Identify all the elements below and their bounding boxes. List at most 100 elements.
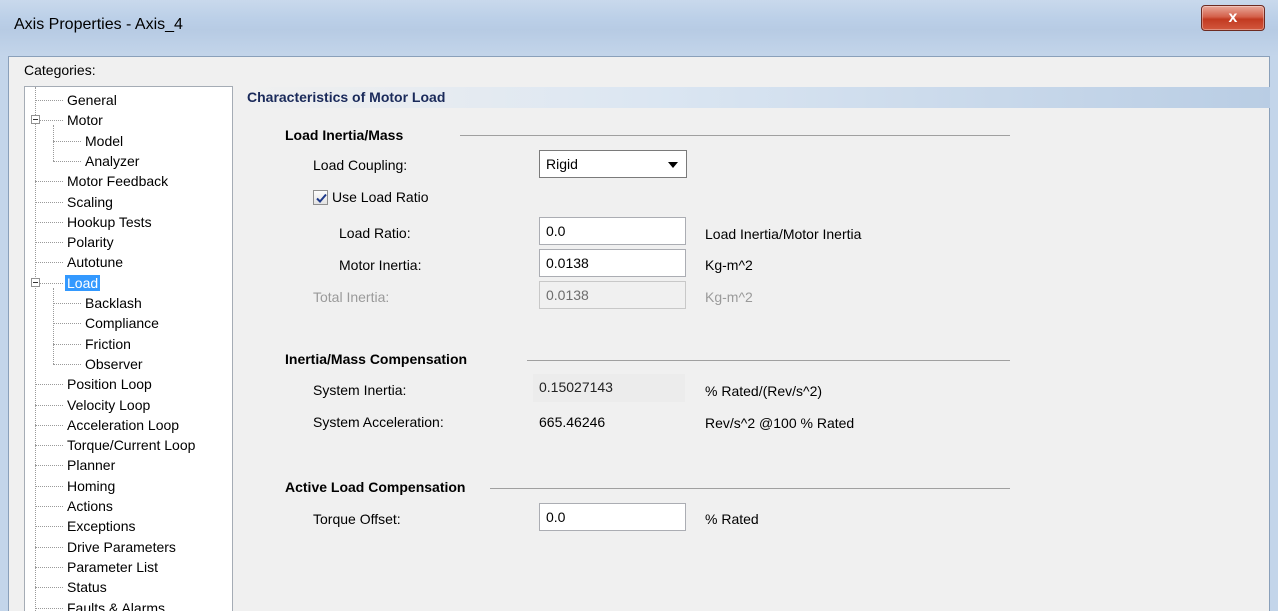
tree-item-label: Scaling [67,194,113,210]
tree-connector [35,425,63,426]
categories-label: Categories: [24,62,96,78]
close-icon: x [1228,9,1238,26]
tree-connector [53,125,54,161]
tree-item-analyzer[interactable]: Analyzer [83,151,141,171]
group-title-load-inertia: Load Inertia/Mass [285,127,404,143]
system-inertia-unit: % Rated/(Rev/s^2) [705,383,823,399]
tree-connector [35,222,63,223]
system-acceleration-label: System Acceleration: [313,414,444,430]
load-ratio-input[interactable]: 0.0 [539,217,686,245]
tree-connector [35,384,63,385]
load-coupling-value: Rigid [546,156,578,172]
collapse-icon[interactable] [31,278,40,287]
tree-connector [35,587,63,588]
tree-item-backlash[interactable]: Backlash [83,293,144,313]
tree-connector [53,288,54,364]
torque-offset-input[interactable]: 0.0 [539,503,686,531]
tree-connector [53,141,81,142]
tree-item-drive-parameters[interactable]: Drive Parameters [65,537,178,557]
tree-item-homing[interactable]: Homing [65,476,117,496]
tree-item-label: Analyzer [85,153,140,169]
dropdown-arrow-icon [668,162,678,168]
tree-connector [35,242,63,243]
tree-item-label: Drive Parameters [67,539,176,555]
use-load-ratio-label[interactable]: Use Load Ratio [332,189,429,205]
system-inertia-field: 0.15027143 [533,374,685,402]
load-coupling-select[interactable]: Rigid [539,150,687,178]
motor-inertia-input[interactable]: 0.0138 [539,249,686,277]
collapse-icon[interactable] [31,115,40,124]
tree-item-label: Load [65,275,101,291]
tree-connector [35,445,63,446]
tree-item-scaling[interactable]: Scaling [65,192,115,212]
tree-item-position-loop[interactable]: Position Loop [65,374,154,394]
tree-connector [35,202,63,203]
tree-connector [35,465,63,466]
tree-item-label: Motor Feedback [67,173,169,189]
tree-connector [53,303,81,304]
tree-item-label: General [67,92,117,108]
total-inertia-input: 0.0138 [539,281,686,309]
tree-item-actions[interactable]: Actions [65,496,115,516]
title-bar[interactable]: Axis Properties - Axis_4 x [0,0,1278,56]
tree-item-observer[interactable]: Observer [83,354,145,374]
load-ratio-unit: Load Inertia/Motor Inertia [705,226,862,242]
window-title: Axis Properties - Axis_4 [14,16,183,33]
tree-connector [35,567,63,568]
tree-item-label: Velocity Loop [67,397,151,413]
tree-item-torque-current-loop[interactable]: Torque/Current Loop [65,435,197,455]
group-title-active-load: Active Load Compensation [285,479,466,495]
total-inertia-value: 0.0138 [546,287,589,303]
tree-item-label: Polarity [67,234,114,250]
tree-item-label: Torque/Current Loop [67,437,196,453]
tree-item-exceptions[interactable]: Exceptions [65,516,137,536]
tree-item-hookup-tests[interactable]: Hookup Tests [65,212,154,232]
tree-item-label: Model [85,133,124,149]
tree-item-label: Compliance [85,315,159,331]
tree-connector [35,547,63,548]
system-acceleration-unit: Rev/s^2 @100 % Rated [705,415,855,431]
torque-offset-label: Torque Offset: [313,511,401,527]
tree-item-label: Parameter List [67,559,159,575]
tree-item-label: Autotune [67,254,124,270]
tree-connector [53,344,81,345]
tree-item-label: Motor [67,112,103,128]
tree-connector [35,486,63,487]
tree-item-model[interactable]: Model [83,131,125,151]
system-inertia-label: System Inertia: [313,382,407,398]
tree-item-status[interactable]: Status [65,577,109,597]
system-acceleration-value: 665.46246 [539,414,606,430]
tree-item-label: Hookup Tests [67,214,152,230]
close-button[interactable]: x [1201,5,1265,31]
tree-item-motor-feedback[interactable]: Motor Feedback [65,171,170,191]
axis-properties-window: Axis Properties - Axis_4 x Categories: G… [0,0,1278,611]
tree-item-motor[interactable]: Motor [65,110,105,130]
categories-tree[interactable]: General Motor Model Analyzer Motor Feedback S… [24,86,233,611]
load-ratio-label: Load Ratio: [339,225,411,241]
load-ratio-value: 0.0 [546,223,566,239]
tree-item-load[interactable]: Load [65,273,101,293]
tree-item-velocity-loop[interactable]: Velocity Loop [65,395,152,415]
tree-item-autotune[interactable]: Autotune [65,252,125,272]
tree-connector [35,608,63,609]
tree-item-label: Acceleration Loop [67,417,180,433]
tree-item-label: Planner [67,457,116,473]
group-divider [527,360,1010,361]
group-title-compensation: Inertia/Mass Compensation [285,351,468,367]
tree-item-faults-alarms[interactable]: Faults & Alarms [65,598,167,611]
tree-item-compliance[interactable]: Compliance [83,313,161,333]
tree-connector [35,181,63,182]
motor-inertia-label: Motor Inertia: [339,257,422,273]
use-load-ratio-checkbox[interactable] [313,190,328,205]
torque-offset-unit: % Rated [705,511,759,527]
tree-item-general[interactable]: General [65,90,119,110]
tree-item-acceleration-loop[interactable]: Acceleration Loop [65,415,181,435]
motor-inertia-value: 0.0138 [546,255,589,271]
tree-item-parameter-list[interactable]: Parameter List [65,557,160,577]
tree-item-polarity[interactable]: Polarity [65,232,116,252]
checkmark-icon [316,193,327,203]
tree-connector [35,405,63,406]
tree-item-planner[interactable]: Planner [65,455,117,475]
tree-item-friction[interactable]: Friction [83,334,133,354]
tree-item-label: Position Loop [67,376,152,392]
